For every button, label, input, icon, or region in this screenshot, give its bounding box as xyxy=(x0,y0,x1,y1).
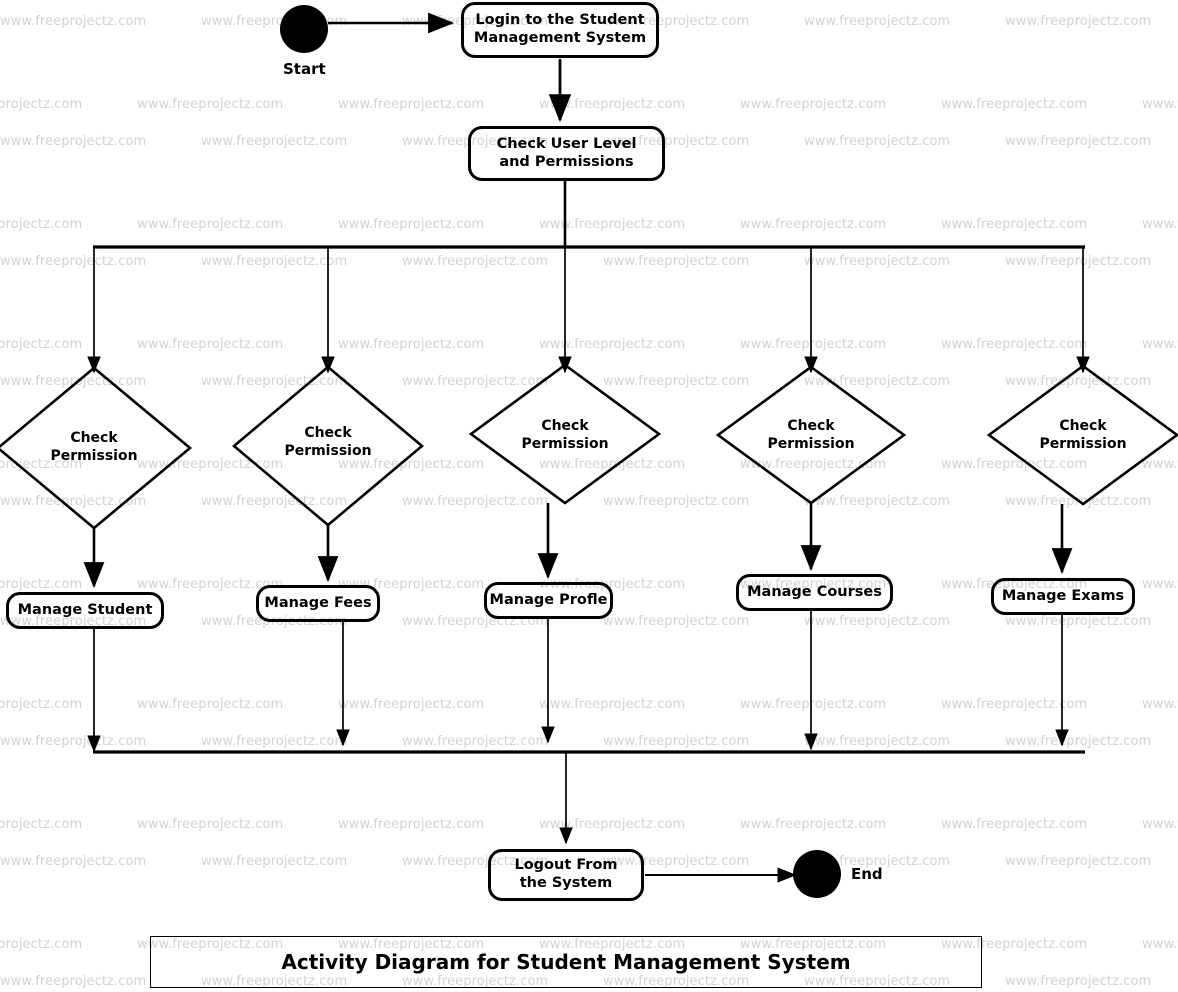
diagram-layer: Login to the Student Management System C… xyxy=(0,0,1178,992)
diagram-title-bar: Activity Diagram for Student Management … xyxy=(150,936,982,988)
decision-label-1-line1: Check xyxy=(70,430,118,446)
decision-label-5-line1: Check xyxy=(1059,418,1107,434)
node-login[interactable]: Login to the Student Management System xyxy=(461,2,659,58)
end-node-label: End xyxy=(851,865,883,883)
start-node-label: Start xyxy=(283,60,326,78)
decision-label-5: Check Permission xyxy=(1013,418,1153,453)
decision-label-2: Check Permission xyxy=(258,425,398,460)
decision-label-2-line2: Permission xyxy=(284,442,372,459)
decision-label-3-line2: Permission xyxy=(521,435,609,452)
activity-diagram-canvas: www.freeprojectz.com www.freeprojectz.com… xyxy=(0,0,1178,992)
node-check-user-level[interactable]: Check User Level and Permissions xyxy=(468,126,665,181)
decision-label-2-line1: Check xyxy=(304,425,352,441)
node-logout[interactable]: Logout From the System xyxy=(488,849,644,901)
decision-label-1: Check Permission xyxy=(24,430,164,465)
node-activity-manage-profle[interactable]: Manage Profle xyxy=(484,582,613,619)
node-activity-manage-student[interactable]: Manage Student xyxy=(6,592,164,629)
decision-label-4-line1: Check xyxy=(787,418,835,434)
end-node xyxy=(793,850,841,898)
start-node xyxy=(280,5,328,53)
node-activity-manage-fees[interactable]: Manage Fees xyxy=(256,585,380,622)
decision-label-3-line1: Check xyxy=(541,418,589,434)
node-activity-manage-courses[interactable]: Manage Courses xyxy=(736,574,893,611)
node-activity-manage-exams[interactable]: Manage Exams xyxy=(991,578,1135,615)
decision-label-5-line2: Permission xyxy=(1039,435,1127,452)
decision-label-4-line2: Permission xyxy=(767,435,855,452)
decision-label-1-line2: Permission xyxy=(50,447,138,464)
decision-label-4: Check Permission xyxy=(741,418,881,453)
decision-label-3: Check Permission xyxy=(495,418,635,453)
